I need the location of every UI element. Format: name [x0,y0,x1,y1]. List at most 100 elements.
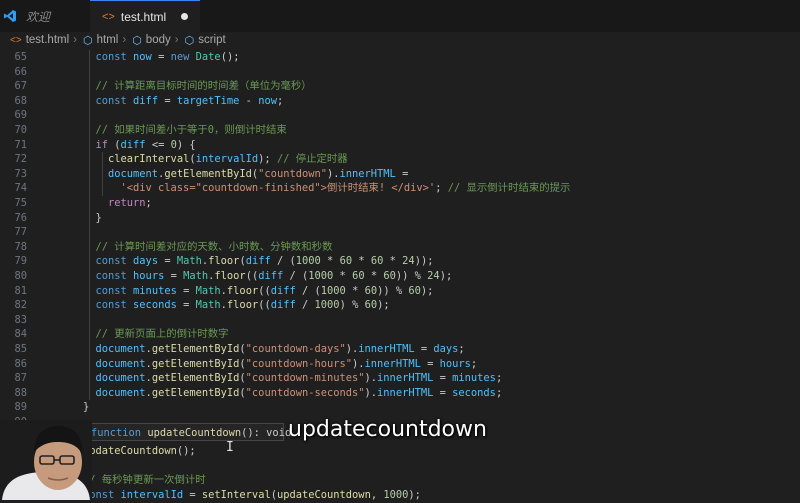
chevron-right-icon: › [73,34,77,46]
code-text: // 更新页面上的倒计时数字 [95,328,229,341]
line-number: 81 [14,284,27,297]
code-text: const days = Math.floor(diff / (1000 * 6… [95,255,434,268]
line-number: 73 [14,167,27,180]
code-line[interactable]: 76} [0,211,800,226]
code-line[interactable]: 75 return; [0,196,800,211]
element-icon: ⬡ [83,34,93,47]
code-line[interactable]: 72 clearInterval(intervalId); // 停止定时器 [0,152,800,167]
line-number: 79 [14,255,27,268]
line-number: 66 [14,65,27,78]
code-line[interactable]: 77 [0,225,800,240]
code-text: // 每秒钟更新一次倒计时 [83,474,206,487]
unsaved-dot-icon[interactable] [181,13,188,20]
code-line[interactable]: 69 [0,108,800,123]
code-line[interactable]: 70 // 如果时间差小于等于0，则倒计时结束 [0,123,800,138]
line-number: 68 [14,94,27,107]
line-number: 82 [14,299,27,312]
line-number: 89 [14,401,27,414]
code-text: document.getElementById("countdown-hours… [95,357,478,370]
line-number: 77 [14,226,27,239]
code-text: document.getElementById("countdown").inn… [108,167,409,180]
code-line[interactable]: 87 document.getElementById("countdown-min… [0,371,800,386]
line-number: 83 [14,313,27,326]
code-text: clearInterval(intervalId); // 停止定时器 [108,153,348,166]
code-text: const intervalId = setInterval(updateCou… [83,489,421,501]
line-number: 88 [14,386,27,399]
code-line[interactable]: 84 // 更新页面上的倒计时数字 [0,327,800,342]
code-text: const minutes = Math.floor((diff / (1000… [95,284,434,297]
code-line[interactable]: 66 [0,65,800,80]
code-line[interactable]: 94// 每秒钟更新一次倒计时 [0,473,800,488]
chevron-right-icon: › [174,34,179,46]
line-number: 74 [14,182,27,195]
line-number: 67 [14,80,27,93]
tab-welcome[interactable]: 欢迎 [20,0,90,32]
code-text: const now = new Date(); [95,51,240,63]
tab-label: 欢迎 [26,9,51,24]
text-cursor-icon: 𝙸 [226,440,234,455]
code-line[interactable]: 79 const days = Math.floor(diff / (1000 *… [0,254,800,269]
line-number: 75 [14,197,27,209]
line-number: 65 [14,51,27,63]
hover-tooltip: function updateCountdown(): void [84,423,291,441]
breadcrumb-file[interactable]: <> test.html [0,34,69,46]
code-line[interactable]: 80 const hours = Math.floor((diff / (1000… [0,269,800,284]
line-number: 87 [14,372,27,385]
code-line[interactable]: 71 if (diff <= 0) { [0,138,800,153]
line-number: 72 [14,153,27,166]
code-line[interactable]: 82 const seconds = Math.floor((diff / 100… [0,298,800,313]
line-number: 85 [14,343,27,355]
line-number: 84 [14,328,27,341]
vscode-logo-icon [0,0,20,32]
code-line[interactable]: 88 document.getElementById("countdown-sec… [0,386,800,401]
code-line[interactable]: 78 // 计算时间差对应的天数、小时数、分钟数和秒数 [0,240,800,255]
code-text: const diff = targetTime - now; [95,94,284,107]
breadcrumb: <> test.html › ⬡ html › ⬡ body › ⬡ script [0,32,800,48]
code-text: const hours = Math.floor((diff / (1000 *… [95,270,453,282]
line-number: 76 [14,211,27,224]
code-line[interactable]: 67 // 计算距离目标时间的时间差（单位为毫秒） [0,79,800,94]
code-line[interactable]: 85 document.getElementById("countdown-day… [0,342,800,357]
line-number: 69 [14,109,27,122]
code-line[interactable]: 73 document.getElementById("countdown").i… [0,167,800,182]
code-text: // 计算距离目标时间的时间差（单位为毫秒） [95,80,312,93]
video-caption: updatecountdown [288,417,487,442]
code-text: '<div class="countdown-finished">倒计时结束! … [120,182,571,195]
code-text: document.getElementById("countdown-secon… [95,386,503,399]
breadcrumb-script[interactable]: ⬡ script [183,34,226,47]
code-text: if (diff <= 0) { [95,138,196,151]
indent-guide [101,152,103,196]
code-text: // 如果时间差小于等于0，则倒计时结束 [95,124,287,136]
tab-test-html[interactable]: <> test.html [90,0,200,32]
line-number: 70 [14,124,27,136]
code-line[interactable]: 89} [0,400,800,415]
code-text: // 计算时间差对应的天数、小时数、分钟数和秒数 [95,240,333,253]
code-text: return; [108,197,152,209]
code-line[interactable]: 81 const minutes = Math.floor((diff / (10… [0,284,800,299]
line-number: 86 [14,357,27,370]
indent-guide [89,50,91,401]
breadcrumb-body[interactable]: ⬡ body [130,34,171,47]
html-file-icon: <> [102,10,115,23]
code-text: } [95,211,102,224]
code-line[interactable]: 93 [0,459,800,474]
line-number: 78 [14,240,27,253]
breadcrumb-html[interactable]: ⬡ html [81,34,118,47]
element-icon: ⬡ [132,34,142,47]
code-text: const seconds = Math.floor((diff / 1000)… [95,299,390,312]
code-line[interactable]: 68 const diff = targetTime - now; [0,94,800,109]
code-text: updateCountdown(); [83,445,196,458]
line-number: 71 [14,138,27,151]
code-text: document.getElementById("countdown-days"… [95,343,465,355]
line-number: 80 [14,270,27,282]
tab-label: test.html [120,9,167,24]
code-text: document.getElementById("countdown-minut… [95,372,503,385]
code-line[interactable]: 65 const now = new Date(); [0,50,800,65]
code-line[interactable]: 95const intervalId = setInterval(updateC… [0,488,800,503]
code-line[interactable]: 74 '<div class="countdown-finished">倒计时结束… [0,181,800,196]
html-file-icon: <> [10,34,22,46]
code-line[interactable]: 83 [0,313,800,328]
code-line[interactable]: 86 document.getElementById("countdown-hou… [0,357,800,372]
chevron-right-icon: › [122,34,127,46]
webcam-presenter [0,420,92,500]
